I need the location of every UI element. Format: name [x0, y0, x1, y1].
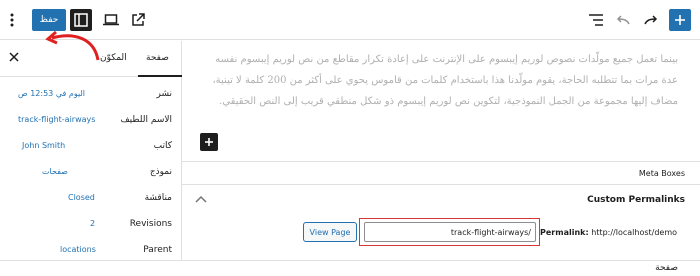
- options-menu-icon[interactable]: [4, 9, 20, 31]
- tab-block[interactable]: المكوّن: [100, 53, 127, 63]
- sidebar-row-publish: اليوم في 12:53 ص نشر: [0, 81, 182, 107]
- chevron-up-icon[interactable]: [195, 195, 207, 206]
- active-tab-indicator: [138, 75, 182, 77]
- external-link-icon[interactable]: [127, 9, 149, 31]
- permalink-label-strong: Permalink:: [540, 228, 589, 237]
- redo-icon[interactable]: [640, 9, 662, 31]
- revisions-label: Revisions: [129, 219, 172, 229]
- discussion-label: مناقشة: [144, 193, 172, 203]
- parent-label: Parent: [143, 245, 172, 255]
- publish-date-link[interactable]: اليوم في 12:53 ص: [18, 89, 85, 98]
- template-label: نموذج: [149, 167, 172, 177]
- permalink-input[interactable]: [364, 222, 536, 242]
- settings-sidebar: المكوّن صفحة اليوم في 12:53 ص نشر track-…: [0, 41, 182, 260]
- publish-label: نشر: [156, 89, 173, 99]
- annotation-arrow-icon: [45, 30, 100, 61]
- editor-canvas: بينما تعمل جميع مولّدات نصوص لوريم إيبسو…: [182, 41, 700, 161]
- add-block-plus-icon[interactable]: [200, 133, 218, 151]
- tab-page[interactable]: صفحة: [146, 53, 169, 63]
- custom-permalinks-panel: Custom Permalinks View Page Permalink: h…: [182, 185, 700, 260]
- sidebar-row-revisions: 2 Revisions: [0, 211, 182, 237]
- custom-permalinks-title: Custom Permalinks: [587, 195, 685, 205]
- permalink-label: Permalink: http://localhost/demo: [540, 228, 677, 237]
- list-view-icon[interactable]: [585, 9, 607, 31]
- save-button[interactable]: حفظ: [32, 9, 66, 31]
- author-link[interactable]: John Smith: [22, 141, 65, 150]
- slug-label: الاسم اللطيف: [120, 115, 172, 125]
- desktop-preview-icon[interactable]: [100, 9, 122, 31]
- add-block-inserter-icon[interactable]: [669, 9, 691, 31]
- discussion-link[interactable]: Closed: [68, 193, 95, 202]
- sidebar-row-discussion: Closed مناقشة: [0, 185, 182, 211]
- slug-link[interactable]: track-flight-airways: [18, 115, 95, 124]
- parent-link[interactable]: locations: [60, 245, 96, 254]
- author-label: كاتب: [153, 141, 172, 151]
- meta-boxes-header: Meta Boxes: [182, 161, 700, 185]
- breadcrumb[interactable]: صفحة: [655, 263, 678, 273]
- permalink-base-url: http://localhost/demo: [591, 228, 678, 237]
- sidebar-row-author: John Smith كاتب: [0, 133, 182, 159]
- sidebar-toggle-icon[interactable]: [70, 9, 92, 31]
- editor-toolbar: حفظ: [0, 0, 700, 40]
- template-link[interactable]: صفحات: [42, 167, 68, 176]
- undo-icon[interactable]: [612, 9, 634, 31]
- view-page-button[interactable]: View Page: [303, 222, 357, 242]
- meta-boxes-title: Meta Boxes: [638, 169, 685, 178]
- sidebar-row-template: صفحات نموذج: [0, 159, 182, 185]
- revisions-link[interactable]: 2: [90, 219, 95, 228]
- sidebar-row-slug: track-flight-airways الاسم اللطيف: [0, 107, 182, 133]
- close-icon[interactable]: [9, 51, 23, 65]
- paragraph-block[interactable]: بينما تعمل جميع مولّدات نصوص لوريم إيبسو…: [200, 49, 678, 112]
- footer-bar: صفحة: [0, 260, 700, 276]
